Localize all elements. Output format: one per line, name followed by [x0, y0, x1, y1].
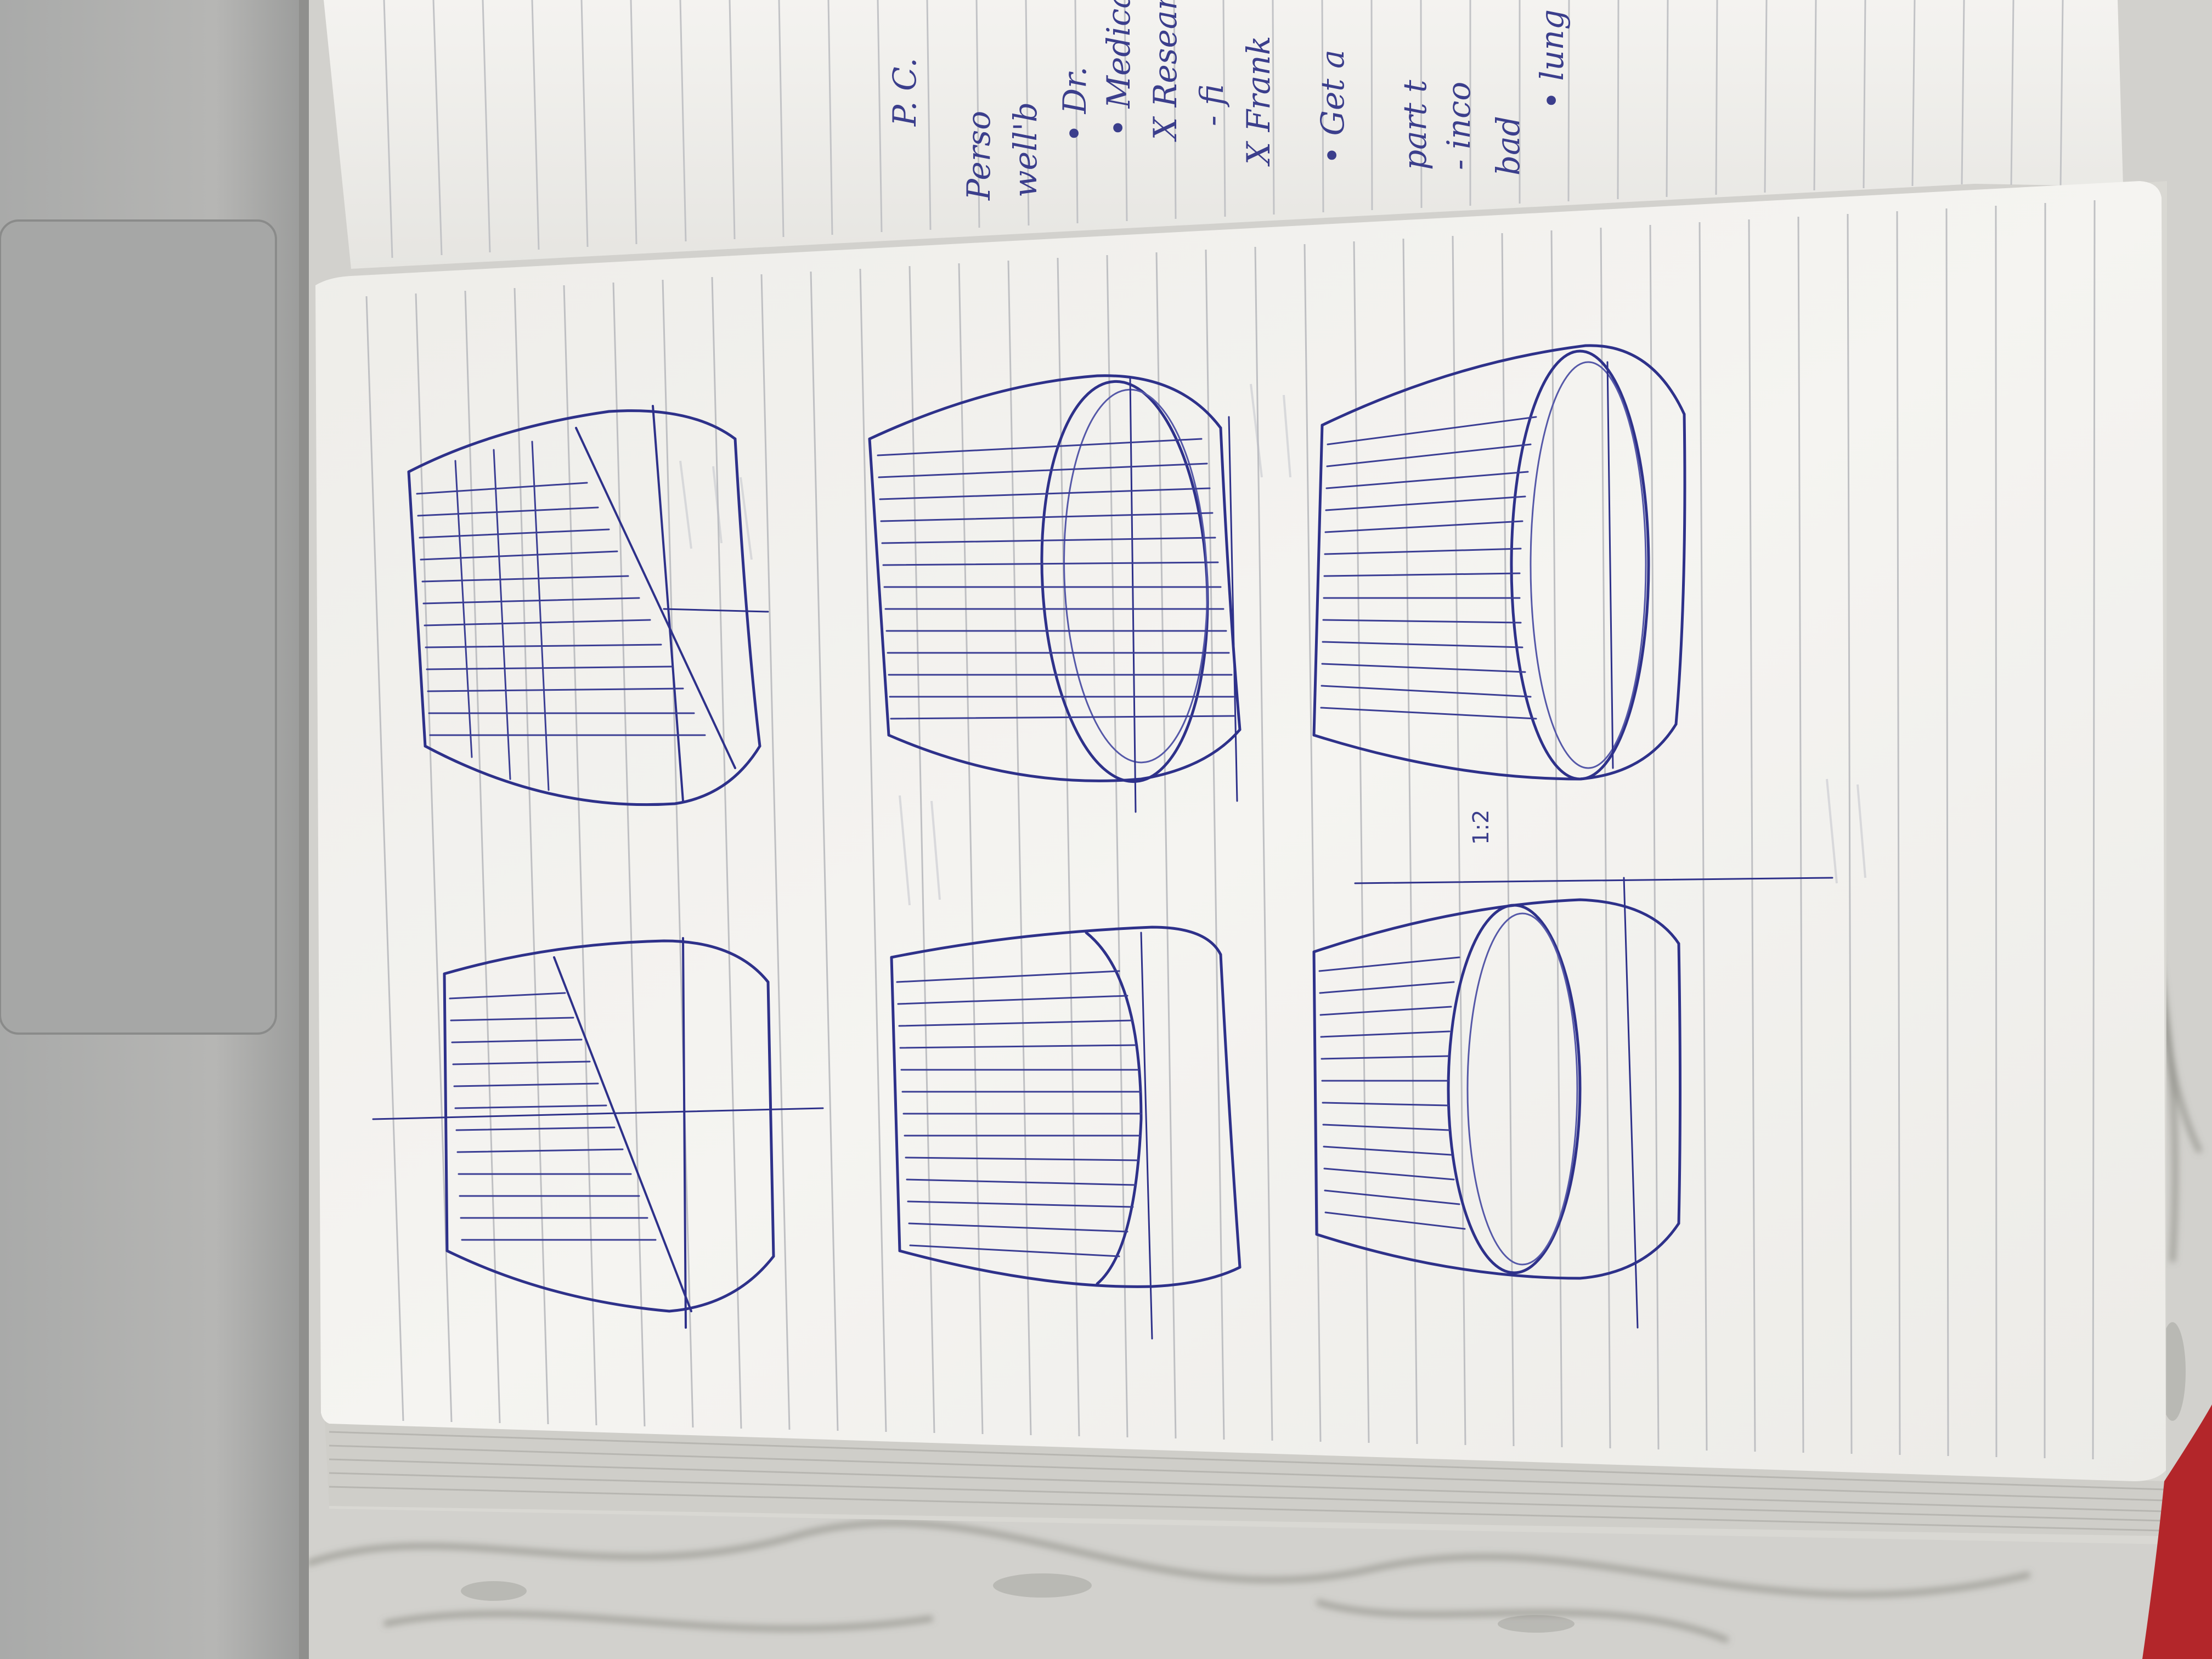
note-line-8: X Frank — [1240, 36, 1277, 165]
note-line-7: - fi — [1193, 84, 1231, 126]
note-line-6: X Resear — [1147, 0, 1184, 140]
scene-illustration — [0, 0, 2212, 1659]
note-line-2: Perso — [960, 110, 997, 200]
note-line-4: • Dr. — [1056, 66, 1093, 143]
note-line-3: well'b — [1007, 101, 1044, 198]
photo-scene: P. C. Perso well'b • Dr. • Medica X Rese… — [0, 0, 2212, 1659]
note-line-9: • Get a — [1314, 49, 1351, 165]
note-line-12: bad — [1489, 116, 1527, 176]
laptop-edge — [299, 0, 309, 1659]
note-line-10: part t — [1396, 80, 1434, 170]
note-line-5: • Medica — [1100, 0, 1137, 137]
note-line-11: - inco — [1440, 81, 1477, 170]
laptop-trackpad — [0, 219, 277, 1035]
page-mark: 1:2 — [1469, 809, 1494, 845]
note-line-1: P. C. — [886, 58, 923, 126]
note-line-13: • lung — [1533, 9, 1571, 110]
